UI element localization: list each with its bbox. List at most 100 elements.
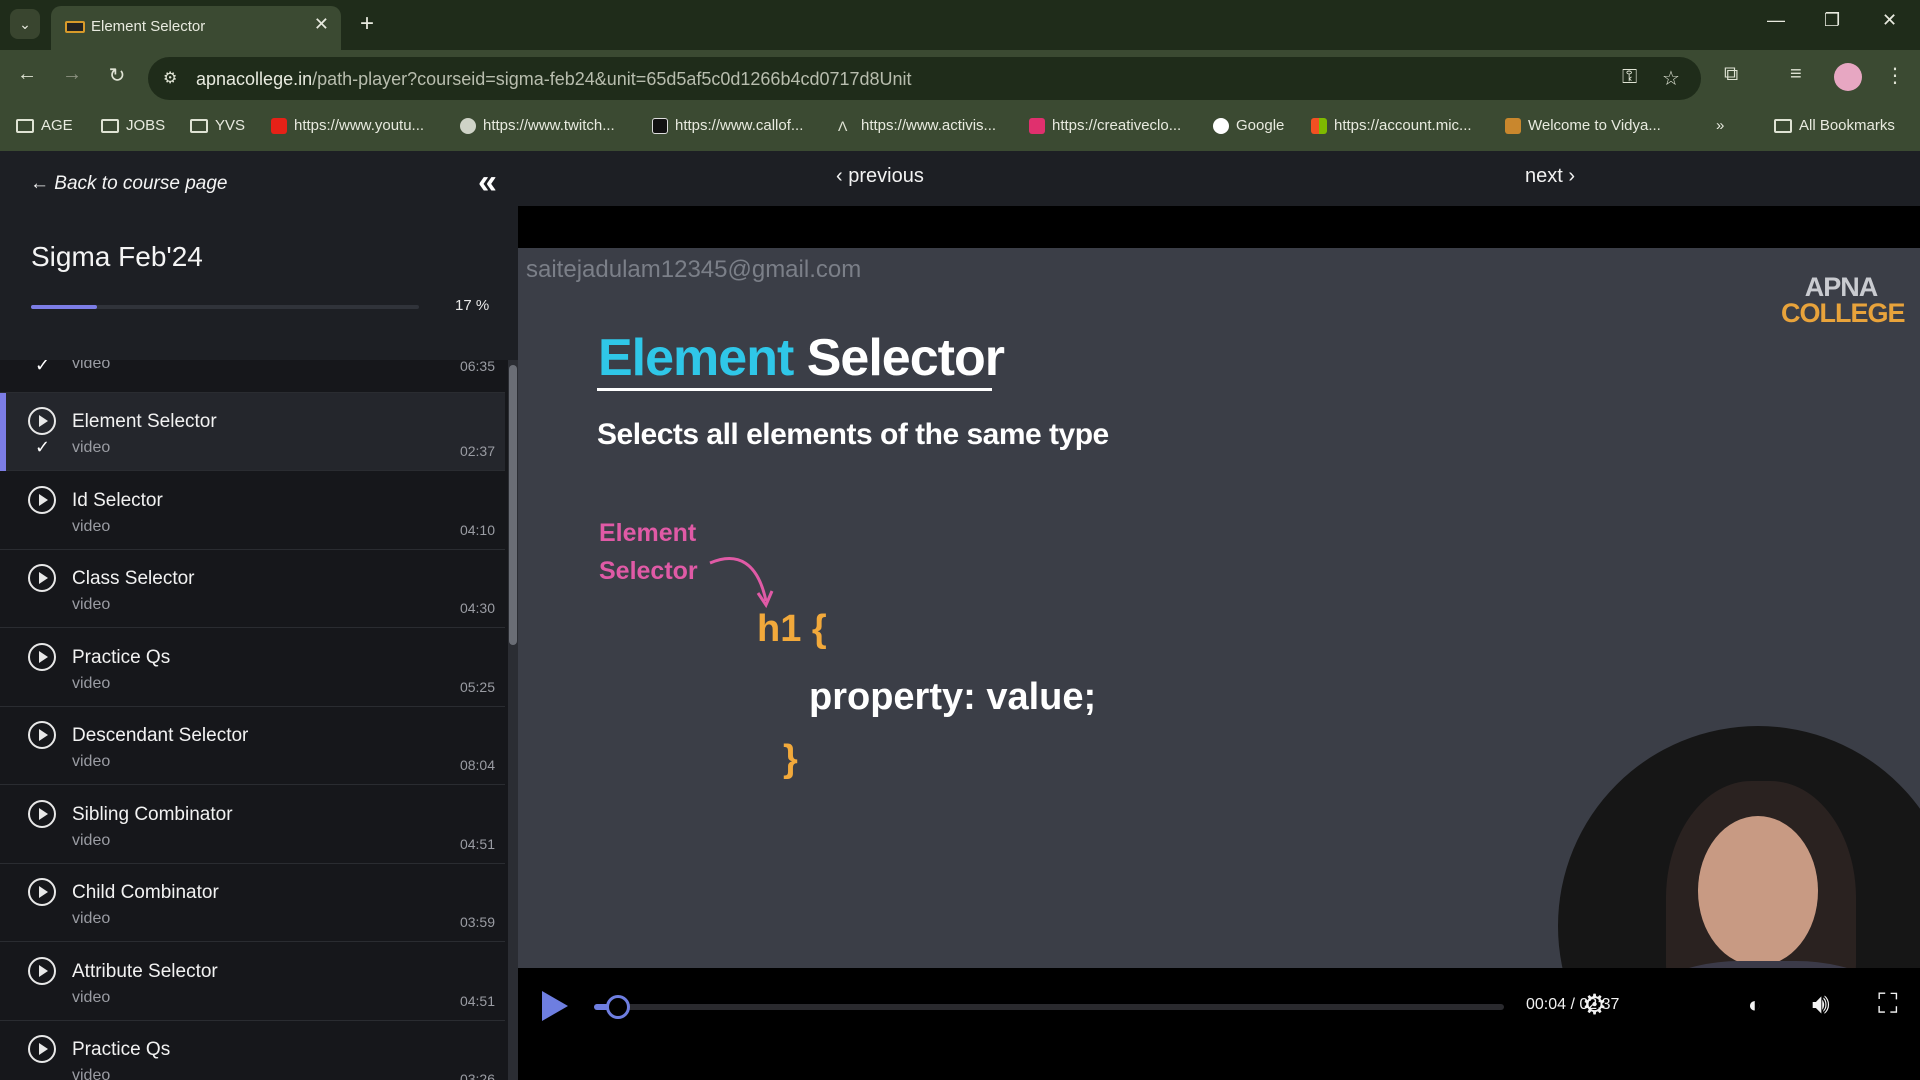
volume-icon[interactable]: 🔊︎ [1812,988,1830,1021]
reload-icon[interactable]: ↻ [102,63,132,88]
lesson-item[interactable]: Attribute Selector video 04:51 [0,942,505,1021]
lesson-title: Descendant Selector [72,725,249,746]
bookmark-folder-jobs[interactable]: JOBS [101,117,165,134]
quality-toggle-icon[interactable]: ◐ [1748,992,1761,1018]
lesson-title: Practice Qs [72,1039,171,1060]
slide-subtitle: Selects all elements of the same type [597,418,1109,451]
lesson-item[interactable]: Class Selector video 04:30 [0,550,505,628]
play-circle-icon [28,642,56,671]
play-circle-icon [28,799,56,828]
back-arrow-icon[interactable]: ← [12,63,42,86]
more-menu-icon[interactable]: ⋮ [1885,63,1905,88]
bookmark-folder-yvs[interactable]: YVS [190,117,245,134]
url-text[interactable]: apnacollege.in/path-player?courseid=sigm… [196,69,912,90]
folder-icon [16,118,34,133]
lesson-item[interactable]: ✓ Element Selector video 02:37 [0,393,505,471]
browser-tab[interactable]: Element Selector ✕ [51,6,341,50]
forward-arrow-icon[interactable]: → [57,63,87,86]
bookmark-star-icon[interactable]: ☆ [1662,66,1680,91]
lesson-type: video [72,753,111,770]
browser-tab-strip: ⌄ Element Selector ✕ + — ❐ ✕ [0,0,1920,50]
bookmarks-bar: AGE JOBS YVS https://www.youtu... https:… [0,107,1920,151]
settings-gear-icon[interactable]: ⚙ [1582,988,1607,1021]
folder-icon [190,118,208,133]
minimize-icon[interactable]: — [1767,10,1785,31]
address-bar[interactable]: ⚙ apnacollege.in/path-player?courseid=si… [148,57,1701,100]
folder-icon [1774,118,1792,133]
check-icon: ✓ [35,360,51,375]
sidebar-header: ← Back to course page « Sigma Feb'24 17 … [0,151,518,360]
lesson-type: video [72,517,111,535]
lesson-title: Id Selector [72,489,163,511]
window-close-icon[interactable]: ✕ [1882,10,1897,31]
lesson-item[interactable]: Child Combinator video 03:59 [0,864,505,942]
new-tab-plus-icon[interactable]: + [352,9,382,39]
lesson-item[interactable]: Descendant Selector video 08:04 [0,707,505,785]
lesson-type: video [72,988,111,1006]
lesson-duration: 05:25 [459,678,495,695]
lesson-type: video [72,674,111,692]
video-frame[interactable]: saitejadulam12345@gmail.com APNA COLLEGE… [518,248,1920,968]
sidebar-scrollbar[interactable] [508,360,518,1080]
microsoft-icon [1311,117,1327,134]
profile-avatar[interactable] [1834,63,1862,91]
lesson-item[interactable]: Practice Qs video 03:26 [0,1021,505,1080]
course-title: Sigma Feb'24 [31,241,203,272]
lesson-item-partial[interactable]: ✓ video 06:35 [0,360,505,393]
bookmark-microsoft[interactable]: https://account.mic... [1311,117,1472,134]
lesson-duration: 04:10 [459,521,495,538]
creativecloud-icon [1029,117,1045,134]
bookmark-folder-age[interactable]: AGE [16,117,73,134]
lesson-duration: 06:35 [459,360,495,374]
bookmark-creativecloud[interactable]: https://creativeclo... [1029,117,1181,134]
globe-icon [460,117,476,134]
extensions-puzzle-icon[interactable]: ⧉ [1724,63,1738,86]
site-info-icon[interactable]: ⚙ [163,68,177,88]
all-bookmarks[interactable]: All Bookmarks [1774,117,1895,134]
back-to-course-link[interactable]: ← Back to course page [30,173,228,195]
previous-button[interactable]: ‹ previous [836,165,924,188]
bookmark-youtube[interactable]: https://www.youtu... [271,117,424,134]
media-controls-icon[interactable]: ≡ [1790,63,1802,86]
lesson-item[interactable]: Id Selector video 04:10 [0,471,505,550]
code-selector-line: h1 { [757,608,827,650]
tab-title: Element Selector [91,18,206,35]
seek-bar[interactable] [594,995,1504,1019]
play-icon[interactable] [542,991,568,1021]
restore-icon[interactable]: ❐ [1824,10,1840,31]
bookmark-callofduty[interactable]: https://www.callof... [652,117,803,134]
next-button[interactable]: next › [1525,165,1575,188]
scrollbar-thumb[interactable] [509,365,517,645]
bookmark-vidya[interactable]: Welcome to Vidya... [1505,117,1661,134]
lesson-duration: 03:26 [459,1071,495,1080]
video-controls: 00:04 / 02:37 ⚙ ◐ 🔊︎ ⛶ [518,968,1920,1080]
collapse-sidebar-icon[interactable]: « [478,163,497,202]
lesson-duration: 02:37 [459,443,495,459]
lesson-list: ✓ video 06:35 ✓ Element Selector video 02:3… [0,360,505,1080]
lesson-title: Sibling Combinator [72,803,233,825]
tab-search-chevron-icon[interactable]: ⌄ [10,9,40,39]
bookmark-activision[interactable]: Λhttps://www.activis... [838,117,996,134]
lesson-title: Child Combinator [72,882,219,903]
bookmarks-overflow-icon[interactable]: » [1716,117,1724,134]
password-key-icon[interactable]: ⚿ [1622,66,1637,89]
fullscreen-icon[interactable]: ⛶ [1878,988,1898,1021]
callofduty-icon [652,117,668,134]
lesson-title: Class Selector [72,568,195,589]
seek-handle[interactable] [606,995,630,1019]
lesson-duration: 08:04 [459,757,495,773]
bookmark-twitch[interactable]: https://www.twitch... [460,117,615,134]
tab-close-icon[interactable]: ✕ [314,14,329,35]
youtube-icon [271,117,287,134]
email-watermark: saitejadulam12345@gmail.com [526,256,862,283]
lesson-title: Attribute Selector [72,960,218,982]
lesson-duration: 04:51 [459,992,495,1009]
check-icon: ✓ [35,437,51,457]
presenter-video-bubble [1558,726,1920,968]
bookmark-google[interactable]: Google [1213,117,1284,134]
code-closing-brace: } [783,738,798,780]
course-sidebar: ← Back to course page « Sigma Feb'24 17 … [0,151,518,1080]
lesson-item[interactable]: Sibling Combinator video 04:51 [0,785,505,864]
lesson-item[interactable]: Practice Qs video 05:25 [0,628,505,707]
activision-icon: Λ [838,117,848,134]
